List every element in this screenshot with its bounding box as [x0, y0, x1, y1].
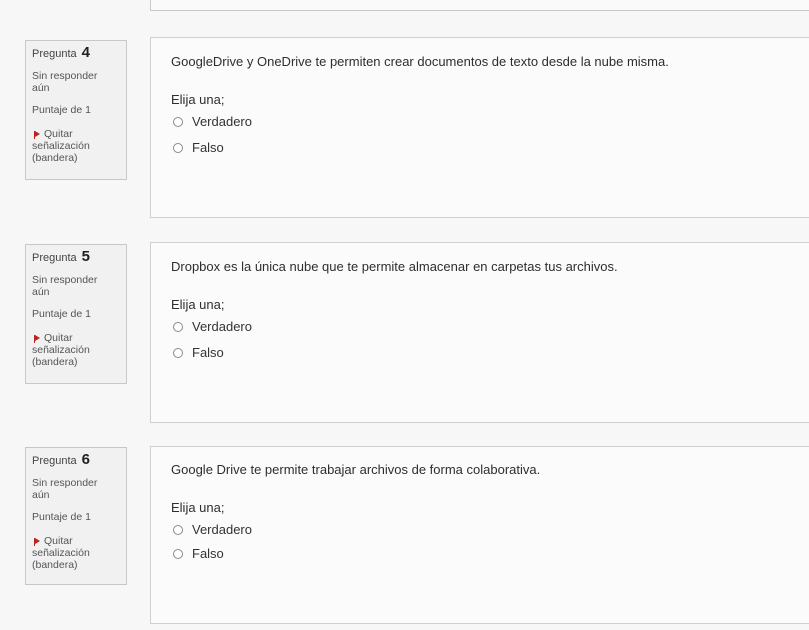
- option-verdadero[interactable]: Verdadero: [173, 114, 252, 129]
- previous-question-content: [150, 0, 809, 11]
- quiz-page: Pregunta 4 Sin responder aún Puntaje de …: [0, 0, 809, 630]
- radio-button-icon[interactable]: [173, 321, 183, 332]
- answer-prompt: Elija una;: [171, 500, 225, 515]
- radio-button-icon[interactable]: [173, 524, 183, 535]
- question-status: Sin responder aún: [32, 70, 98, 94]
- question-number: 4: [81, 44, 90, 61]
- option-falso[interactable]: Falso: [173, 345, 224, 360]
- answer-prompt: Elija una;: [171, 92, 225, 107]
- question-info-panel: Pregunta 4 Sin responder aún Puntaje de …: [25, 40, 127, 180]
- question-content: Google Drive te permite trabajar archivo…: [150, 446, 809, 624]
- question-score: Puntaje de 1: [32, 511, 91, 523]
- option-verdadero[interactable]: Verdadero: [173, 522, 252, 537]
- question-text: Dropbox es la única nube que te permite …: [171, 259, 618, 274]
- flag-icon: [34, 335, 40, 343]
- question-label: Pregunta: [32, 48, 77, 60]
- question-status: Sin responder aún: [32, 274, 98, 298]
- remove-flag-button[interactable]: Quitar señalización (bandera): [32, 535, 126, 571]
- question-score: Puntaje de 1: [32, 104, 91, 116]
- radio-button-icon[interactable]: [173, 116, 183, 127]
- question-score: Puntaje de 1: [32, 308, 91, 320]
- option-falso[interactable]: Falso: [173, 546, 224, 561]
- question-content: Dropbox es la única nube que te permite …: [150, 242, 809, 423]
- option-verdadero[interactable]: Verdadero: [173, 319, 252, 334]
- question-info-panel: Pregunta 5 Sin responder aún Puntaje de …: [25, 244, 127, 384]
- question-number: 5: [81, 248, 90, 265]
- question-label: Pregunta: [32, 252, 77, 264]
- option-falso[interactable]: Falso: [173, 140, 224, 155]
- question-number: 6: [81, 451, 90, 468]
- question-content: GoogleDrive y OneDrive te permiten crear…: [150, 37, 809, 218]
- question-text: GoogleDrive y OneDrive te permiten crear…: [171, 54, 669, 69]
- answer-prompt: Elija una;: [171, 297, 225, 312]
- remove-flag-button[interactable]: Quitar señalización (bandera): [32, 332, 126, 368]
- question-info-panel: Pregunta 6 Sin responder aún Puntaje de …: [25, 447, 127, 585]
- remove-flag-button[interactable]: Quitar señalización (bandera): [32, 128, 126, 164]
- flag-icon: [34, 538, 40, 546]
- radio-button-icon[interactable]: [173, 347, 183, 358]
- question-text: Google Drive te permite trabajar archivo…: [171, 462, 541, 477]
- radio-button-icon[interactable]: [173, 548, 183, 559]
- question-status: Sin responder aún: [32, 477, 98, 501]
- flag-icon: [34, 131, 40, 139]
- radio-button-icon[interactable]: [173, 142, 183, 153]
- question-label: Pregunta: [32, 455, 77, 467]
